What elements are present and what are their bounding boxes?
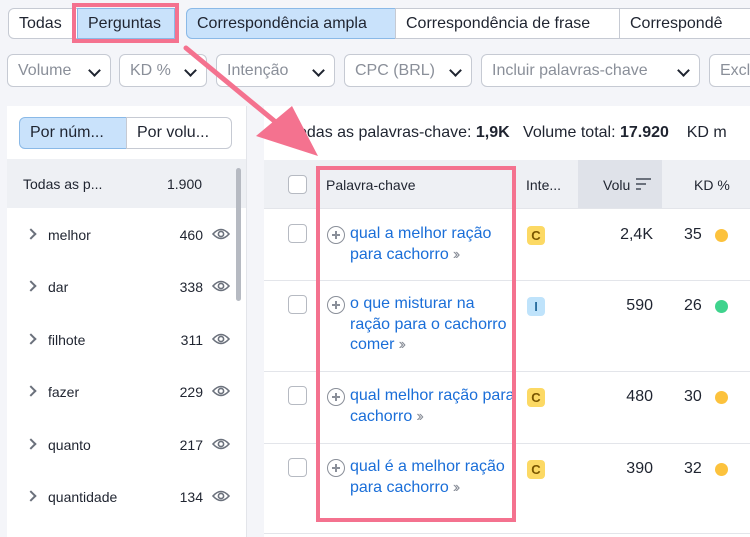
- chevron-right-icon[interactable]: [25, 385, 37, 397]
- volume-filter[interactable]: Volume: [7, 54, 111, 87]
- eye-icon[interactable]: [212, 489, 230, 503]
- group-item-quantidade[interactable]: quantidade 134: [7, 470, 237, 522]
- select-all-checkbox[interactable]: [288, 175, 307, 194]
- volume-value: 2,4K: [620, 226, 653, 243]
- chevron-right-icon[interactable]: [25, 280, 37, 292]
- chevron-right-icon[interactable]: [25, 333, 37, 345]
- all-groups-count: 1.900: [167, 176, 203, 192]
- total-volume-label: Volume total:: [523, 124, 616, 141]
- kd-value: 32: [684, 460, 702, 477]
- cpc-filter-label: CPC (BRL): [355, 61, 436, 79]
- group-count: 217: [179, 437, 203, 453]
- kd-difficulty-dot: [715, 463, 728, 476]
- kd-value: 30: [684, 388, 702, 405]
- row-checkbox[interactable]: [288, 224, 307, 243]
- kd-difficulty-dot: [715, 391, 728, 404]
- volume-filter-label: Volume: [18, 61, 72, 79]
- all-keywords-value: 1,9K: [475, 124, 510, 141]
- perguntas-highlight-box: [72, 3, 179, 43]
- group-count: 311: [180, 332, 203, 348]
- row-checkbox[interactable]: [288, 386, 307, 405]
- tab-correspondencia-exata[interactable]: Correspondê: [619, 8, 750, 39]
- group-name: filhote: [48, 332, 86, 348]
- kd-filter[interactable]: KD %: [119, 54, 207, 87]
- eye-icon[interactable]: [212, 384, 230, 398]
- intent-badge: C: [527, 460, 545, 479]
- intent-filter-label: Intenção: [227, 61, 289, 79]
- intent-badge: I: [527, 297, 545, 316]
- intent-badge: C: [527, 388, 545, 407]
- chevron-down-icon: [677, 64, 690, 77]
- volume-value: 480: [626, 388, 653, 405]
- chevron-down-icon: [312, 64, 325, 77]
- group-item-melhor[interactable]: melhor 460: [7, 208, 237, 260]
- kd-difficulty-dot: [715, 229, 728, 242]
- tab-correspondencia-ampla[interactable]: Correspondência ampla: [186, 8, 396, 39]
- group-name: quanto: [48, 437, 91, 453]
- all-groups-label: Todas as p...: [23, 176, 103, 192]
- chevron-down-icon: [88, 64, 101, 77]
- volume-value: 390: [626, 460, 653, 477]
- all-groups-row[interactable]: Todas as p... 1.900: [7, 159, 246, 208]
- kd-difficulty-dot: [715, 300, 728, 313]
- kd-filter-label: KD %: [130, 61, 171, 79]
- group-count: 338: [179, 279, 203, 295]
- keyword-column-highlight-box: [316, 166, 516, 522]
- sort-by-volume-toggle[interactable]: Por volu...: [126, 117, 232, 149]
- eye-icon[interactable]: [212, 332, 230, 346]
- chevron-right-icon[interactable]: [25, 490, 37, 502]
- row-checkbox[interactable]: [288, 458, 307, 477]
- intent-column-header[interactable]: Inte...: [526, 177, 561, 193]
- volume-value: 590: [626, 297, 653, 314]
- group-name: dar: [48, 279, 69, 295]
- total-volume-value: 17.920: [619, 124, 669, 141]
- row-divider: [264, 533, 750, 534]
- eye-icon[interactable]: [212, 437, 230, 451]
- chevron-down-icon: [449, 64, 462, 77]
- intent-badge: C: [527, 226, 545, 245]
- group-count: 134: [179, 489, 203, 505]
- groups-panel: Por núm... Por volu... Todas as p... 1.9…: [7, 106, 247, 537]
- chevron-right-icon[interactable]: [25, 228, 37, 240]
- group-name: fazer: [48, 384, 80, 400]
- chevron-right-icon[interactable]: [25, 438, 37, 450]
- eye-icon[interactable]: [212, 279, 230, 293]
- exclude-keywords-filter[interactable]: Excl: [709, 54, 750, 87]
- group-count: 460: [179, 227, 203, 243]
- group-item-filhote[interactable]: filhote 311: [7, 313, 237, 365]
- volume-column-header[interactable]: Volu: [603, 177, 630, 193]
- group-item-fazer[interactable]: fazer 229: [7, 365, 237, 417]
- group-name: melhor: [48, 227, 91, 243]
- all-keywords-label: Todas as palavras-chave:: [290, 124, 472, 141]
- group-item-dar[interactable]: dar 338: [7, 260, 237, 312]
- group-item-quanto[interactable]: quanto 217: [7, 418, 237, 470]
- kd-summary-label: KD m: [686, 124, 727, 141]
- row-checkbox[interactable]: [288, 295, 307, 314]
- include-keywords-label: Incluir palavras-chave: [492, 61, 648, 79]
- include-keywords-filter[interactable]: Incluir palavras-chave: [481, 54, 700, 87]
- kd-column-header[interactable]: KD %: [694, 177, 730, 193]
- groups-scrollbar[interactable]: [236, 168, 241, 301]
- kd-value: 35: [684, 226, 702, 243]
- kd-value: 26: [684, 297, 702, 314]
- sort-by-number-toggle[interactable]: Por núm...: [19, 117, 127, 149]
- tab-correspondencia-frase[interactable]: Correspondência de frase: [395, 8, 620, 39]
- eye-icon[interactable]: [212, 227, 230, 241]
- group-count: 229: [179, 384, 203, 400]
- exclude-keywords-label: Excl: [720, 61, 750, 79]
- group-name: quantidade: [48, 489, 118, 505]
- chevron-down-icon: [184, 64, 197, 77]
- keywords-summary: Todas as palavras-chave: 1,9K Volume tot…: [290, 124, 727, 142]
- intent-filter[interactable]: Intenção: [216, 54, 335, 87]
- sort-icon[interactable]: [636, 178, 651, 190]
- tab-todas[interactable]: Todas: [8, 8, 78, 39]
- cpc-filter[interactable]: CPC (BRL): [344, 54, 472, 87]
